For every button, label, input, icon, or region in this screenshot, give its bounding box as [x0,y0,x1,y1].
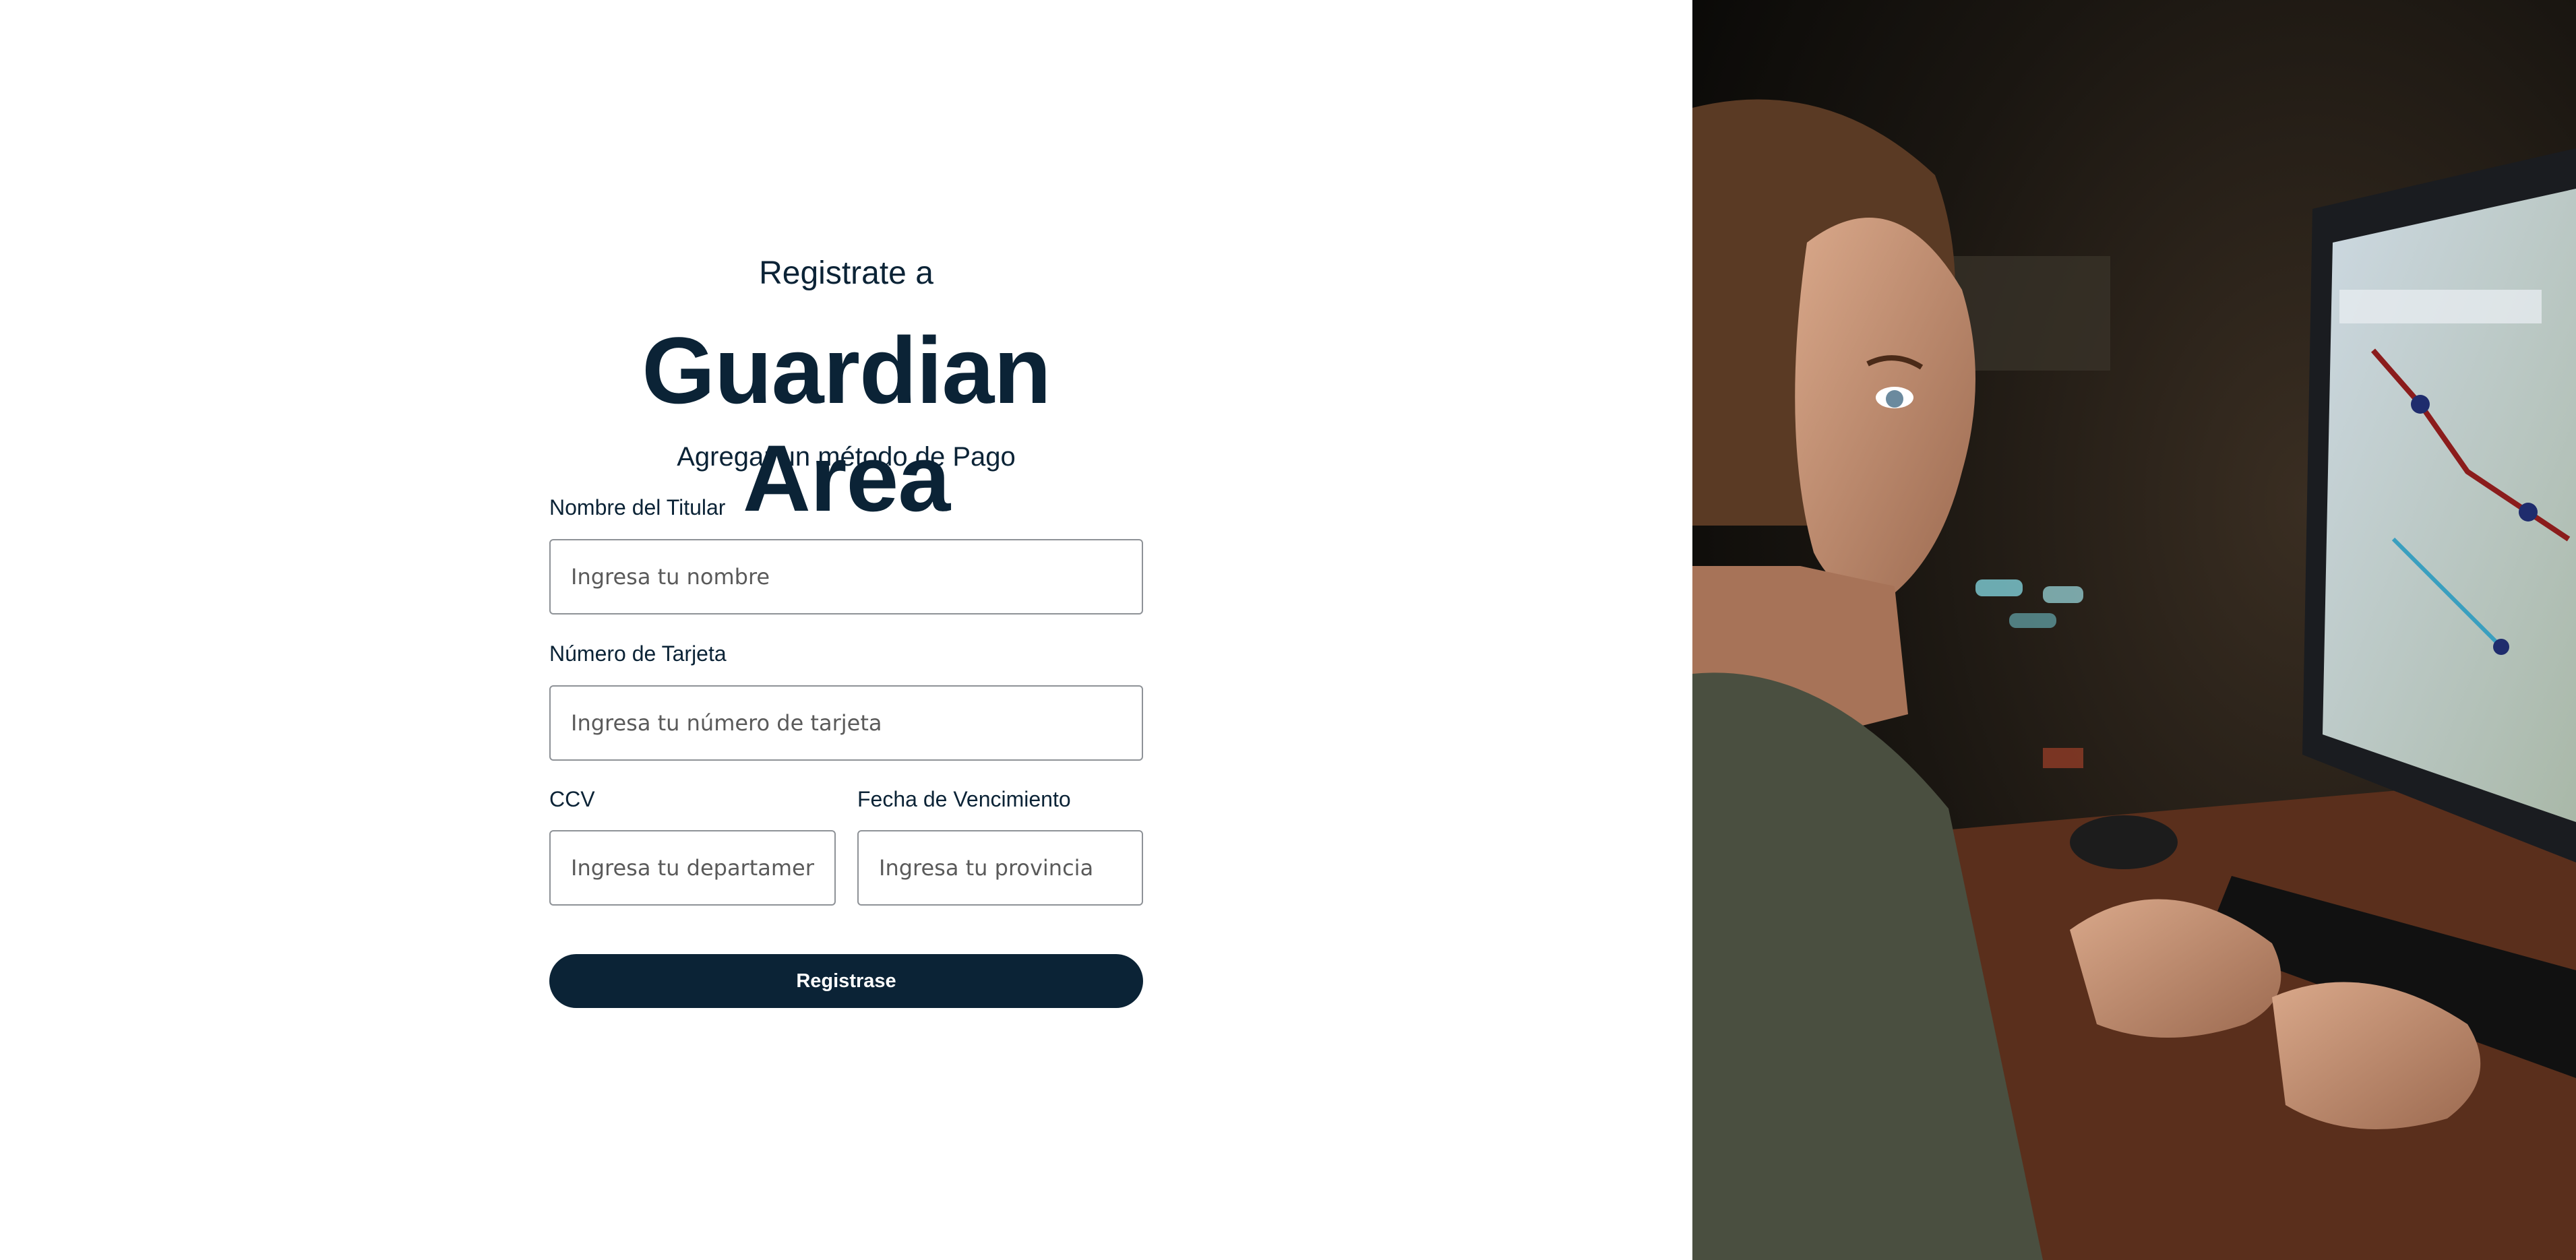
holder-name-input[interactable] [549,539,1143,615]
ccv-input[interactable] [549,830,836,906]
register-button[interactable]: Registrase [549,954,1143,1008]
card-number-label: Número de Tarjeta [549,641,727,666]
ccv-label: CCV [549,787,595,811]
holder-name-label: Nombre del Titular [549,495,726,519]
card-number-input[interactable] [549,685,1143,761]
form-subtitle: Agregar un método de Pago [677,442,1016,472]
registration-panel: Registrate a Guardian Area Agregar un mé… [0,0,1692,1260]
expiry-date-input[interactable] [857,830,1143,906]
hero-image [1692,0,2576,1260]
pre-title: Registrate a [759,255,933,291]
expiry-date-label: Fecha de Vencimiento [857,787,1071,811]
person-at-computer-icon [1692,0,2576,1260]
